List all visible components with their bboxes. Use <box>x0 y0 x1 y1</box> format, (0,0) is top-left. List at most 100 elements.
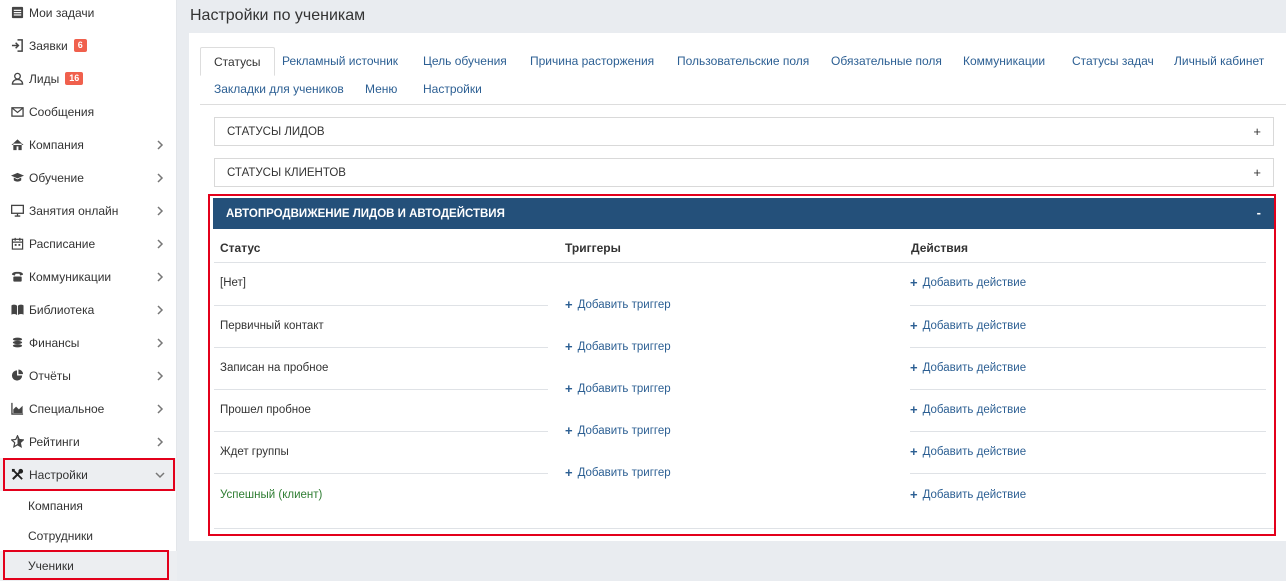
accordion-title: СТАТУСЫ КЛИЕНТОВ <box>227 166 346 179</box>
chevron-down-icon <box>155 469 165 479</box>
accordion-client-statuses[interactable]: СТАТУСЫ КЛИЕНТОВ + <box>214 158 1274 187</box>
sidebar-item-schedule[interactable]: Расписание <box>0 227 177 260</box>
tab-learning-goal[interactable]: Цель обучения <box>410 47 520 75</box>
tabs-bar: Статусы Рекламный источник Цель обучения… <box>200 47 1286 105</box>
tab-communications[interactable]: Коммуникации <box>950 47 1058 75</box>
row-divider <box>910 431 1266 432</box>
tab-termination-reason[interactable]: Причина расторжения <box>517 47 667 75</box>
sidebar-item-ratings[interactable]: Рейтинги <box>0 425 177 458</box>
sidebar-item-requests[interactable]: Заявки 6 <box>0 29 177 62</box>
sidebar-item-finances[interactable]: Финансы <box>0 326 177 359</box>
sidebar-subitem-company[interactable]: Компания <box>0 491 177 521</box>
row-divider <box>214 431 548 432</box>
phone-icon <box>10 270 24 284</box>
row-divider <box>214 389 548 390</box>
add-action-link[interactable]: + Добавить действие <box>910 361 1026 374</box>
pie-chart-icon <box>10 369 24 383</box>
sidebar-item-leads[interactable]: Лиды 16 <box>0 62 177 95</box>
sidebar-item-label: Финансы <box>29 335 80 350</box>
sidebar-subitem-students[interactable]: Ученики <box>0 551 177 581</box>
area-chart-icon <box>10 402 24 416</box>
status-cell: Ждет группы <box>220 446 289 458</box>
book-icon <box>10 303 24 317</box>
accordion-autopromotion[interactable]: АВТОПРОДВИЖЕНИЕ ЛИДОВ И АВТОДЕЙСТВИЯ - <box>213 198 1274 229</box>
sidebar-item-my-tasks[interactable]: Мои задачи <box>0 0 177 29</box>
tab-task-statuses[interactable]: Статусы задач <box>1059 47 1167 75</box>
row-divider <box>910 473 1266 474</box>
sidebar-item-label: Рейтинги <box>29 434 80 449</box>
sidebar-item-messages[interactable]: Сообщения <box>0 95 177 128</box>
row-divider <box>910 389 1266 390</box>
sidebar-item-label: Расписание <box>29 236 96 251</box>
monitor-icon <box>10 204 24 218</box>
add-action-link[interactable]: + Добавить действие <box>910 488 1026 501</box>
accordion-title: АВТОПРОДВИЖЕНИЕ ЛИДОВ И АВТОДЕЙСТВИЯ <box>226 207 505 220</box>
status-cell: Записан на пробное <box>220 362 329 374</box>
coins-icon <box>10 336 24 350</box>
main-panel: Статусы Рекламный источник Цель обучения… <box>189 33 1286 541</box>
chevron-right-icon <box>155 271 165 282</box>
add-trigger-link[interactable]: + Добавить триггер <box>565 340 671 353</box>
tab-custom-fields[interactable]: Пользовательские поля <box>664 47 822 75</box>
add-trigger-link[interactable]: + Добавить триггер <box>565 465 671 480</box>
column-header-actions: Действия <box>911 241 969 255</box>
expand-icon[interactable]: + <box>1253 124 1261 139</box>
sidebar-item-label: Заявки <box>29 38 68 53</box>
row-divider <box>910 347 1266 348</box>
sidebar-item-education[interactable]: Обучение <box>0 161 177 194</box>
sidebar-item-online-lessons[interactable]: Занятия онлайн <box>0 194 177 227</box>
tab-personal-account[interactable]: Личный кабинет <box>1161 47 1277 75</box>
tab-ad-source[interactable]: Рекламный источник <box>269 47 411 75</box>
add-action-link[interactable]: + Добавить действие <box>910 276 1026 289</box>
sidebar-item-label: Библиотека <box>29 302 95 317</box>
sidebar-item-reports[interactable]: Отчёты <box>0 359 177 392</box>
header-divider <box>214 262 1266 263</box>
chevron-right-icon <box>155 172 165 183</box>
row-divider <box>214 347 548 348</box>
plus-icon: + <box>565 465 573 480</box>
plus-icon: + <box>565 423 573 438</box>
sidebar-item-label: Коммуникации <box>29 269 112 284</box>
plus-icon: + <box>565 381 573 396</box>
add-trigger-link[interactable]: + Добавить триггер <box>565 298 671 311</box>
tab-student-bookmarks[interactable]: Закладки для учеников <box>201 75 357 103</box>
tab-menu[interactable]: Меню <box>352 75 410 103</box>
home-icon <box>10 138 24 152</box>
sidebar-subitem-label: Ученики <box>28 559 74 573</box>
add-trigger-link[interactable]: + Добавить триггер <box>565 423 671 438</box>
status-cell: Прошел пробное <box>220 404 311 416</box>
calendar-icon <box>10 237 24 251</box>
graduation-cap-icon <box>10 171 24 185</box>
tab-statuses[interactable]: Статусы <box>200 47 275 76</box>
chevron-right-icon <box>155 403 165 414</box>
add-action-link[interactable]: + Добавить действие <box>910 445 1026 458</box>
column-header-triggers: Триггеры <box>565 241 621 255</box>
envelope-icon <box>10 105 24 119</box>
collapse-icon[interactable]: - <box>1257 205 1261 220</box>
add-trigger-link[interactable]: + Добавить триггер <box>565 381 671 396</box>
expand-icon[interactable]: + <box>1253 165 1261 180</box>
chevron-right-icon <box>155 238 165 249</box>
chevron-right-icon <box>155 436 165 447</box>
sidebar-subitem-employees[interactable]: Сотрудники <box>0 521 177 551</box>
sidebar-item-library[interactable]: Библиотека <box>0 293 177 326</box>
tab-required-fields[interactable]: Обязательные поля <box>818 47 955 75</box>
sidebar-item-settings[interactable]: Настройки <box>0 458 177 491</box>
requests-count-badge: 6 <box>73 39 87 52</box>
sidebar-item-label: Мои задачи <box>29 5 95 20</box>
sidebar-item-label: Лиды <box>29 71 60 86</box>
add-action-link[interactable]: + Добавить действие <box>910 403 1026 416</box>
sidebar-item-special[interactable]: Специальное <box>0 392 177 425</box>
sidebar: Мои задачи Заявки 6 Лиды 16 Сообщения Ко… <box>0 0 177 581</box>
chevron-right-icon <box>155 205 165 216</box>
sidebar-item-communications[interactable]: Коммуникации <box>0 260 177 293</box>
row-divider <box>214 473 548 474</box>
sidebar-item-label: Настройки <box>29 467 88 482</box>
tab-settings[interactable]: Настройки <box>410 75 495 103</box>
status-cell: Успешный (клиент) <box>220 489 323 501</box>
sidebar-item-label: Отчёты <box>29 368 71 383</box>
add-action-link[interactable]: + Добавить действие <box>910 319 1026 332</box>
accordion-lead-statuses[interactable]: СТАТУСЫ ЛИДОВ + <box>214 117 1274 146</box>
chevron-right-icon <box>155 139 165 150</box>
sidebar-item-company[interactable]: Компания <box>0 128 177 161</box>
